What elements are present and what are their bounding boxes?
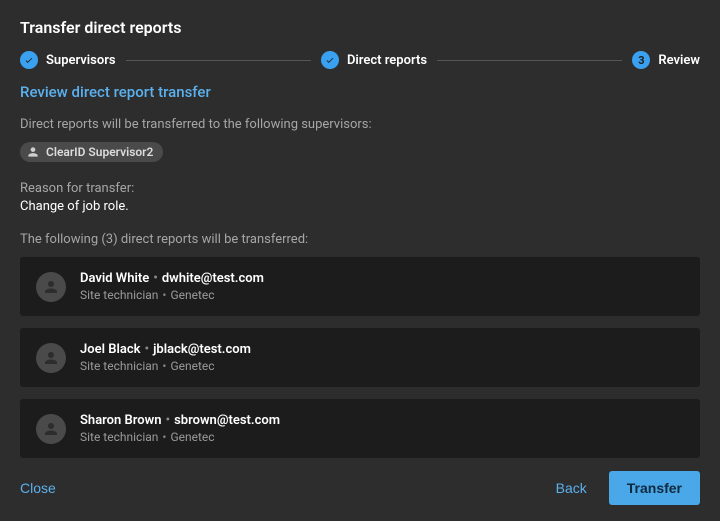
- person-line1: David White•dwhite@test.com: [80, 271, 264, 286]
- person-email: jblack@test.com: [153, 342, 251, 357]
- dialog-footer: Close Back Transfer: [0, 459, 720, 521]
- person-line1: Sharon Brown•sbrown@test.com: [80, 413, 280, 428]
- transfer-button[interactable]: Transfer: [609, 471, 700, 505]
- separator-dot: •: [162, 413, 175, 428]
- person-name: Joel Black: [80, 342, 140, 357]
- person-info: Joel Black•jblack@test.comSite technicia…: [80, 342, 251, 373]
- close-button[interactable]: Close: [20, 472, 70, 504]
- stepper: Supervisors Direct reports 3 Review: [0, 51, 720, 83]
- person-name: David White: [80, 271, 149, 286]
- person-org: Genetec: [170, 430, 214, 444]
- step-review[interactable]: 3 Review: [632, 51, 700, 69]
- dialog-body: Review direct report transfer Direct rep…: [0, 83, 720, 459]
- separator-dot: •: [140, 342, 153, 357]
- person-card: David White•dwhite@test.comSite technici…: [20, 257, 700, 316]
- person-email: sbrown@test.com: [174, 413, 280, 428]
- person-org: Genetec: [170, 288, 214, 302]
- separator-dot: •: [158, 359, 170, 373]
- separator-dot: •: [158, 430, 170, 444]
- step-connector: [437, 60, 622, 61]
- separator-dot: •: [158, 288, 170, 302]
- person-card: Joel Black•jblack@test.comSite technicia…: [20, 328, 700, 387]
- avatar: [36, 343, 66, 373]
- person-email: dwhite@test.com: [162, 271, 264, 286]
- supervisor-chip: ClearID Supervisor2: [20, 142, 163, 162]
- person-line1: Joel Black•jblack@test.com: [80, 342, 251, 357]
- person-line2: Site technician•Genetec: [80, 359, 251, 373]
- person-card: Sharon Brown•sbrown@test.comSite technic…: [20, 399, 700, 458]
- person-info: Sharon Brown•sbrown@test.comSite technic…: [80, 413, 280, 444]
- step-supervisors[interactable]: Supervisors: [20, 51, 116, 69]
- person-icon: [26, 145, 40, 159]
- reason-label: Reason for transfer:: [20, 181, 700, 196]
- reason-block: Reason for transfer: Change of job role.: [20, 181, 700, 214]
- transfer-dialog: Transfer direct reports Supervisors Dire…: [0, 0, 720, 521]
- step-label: Supervisors: [46, 53, 116, 68]
- person-line2: Site technician•Genetec: [80, 430, 280, 444]
- step-connector: [126, 60, 311, 61]
- check-icon: [321, 51, 339, 69]
- person-org: Genetec: [170, 359, 214, 373]
- step-label: Review: [658, 53, 700, 68]
- avatar: [36, 272, 66, 302]
- avatar: [36, 414, 66, 444]
- review-heading: Review direct report transfer: [20, 83, 700, 101]
- separator-dot: •: [149, 271, 162, 286]
- person-role: Site technician: [80, 288, 158, 302]
- step-direct-reports[interactable]: Direct reports: [321, 51, 427, 69]
- check-icon: [20, 51, 38, 69]
- person-name: Sharon Brown: [80, 413, 162, 428]
- reason-value: Change of job role.: [20, 199, 700, 214]
- person-role: Site technician: [80, 430, 158, 444]
- dialog-title: Transfer direct reports: [0, 0, 720, 51]
- back-button[interactable]: Back: [542, 472, 601, 504]
- list-intro: The following (3) direct reports will be…: [20, 232, 700, 247]
- person-line2: Site technician•Genetec: [80, 288, 264, 302]
- supervisor-chip-label: ClearID Supervisor2: [46, 145, 153, 159]
- people-list: David White•dwhite@test.comSite technici…: [20, 257, 700, 458]
- step-number-icon: 3: [632, 51, 650, 69]
- step-label: Direct reports: [347, 53, 427, 68]
- supervisors-intro: Direct reports will be transferred to th…: [20, 117, 700, 132]
- person-role: Site technician: [80, 359, 158, 373]
- person-info: David White•dwhite@test.comSite technici…: [80, 271, 264, 302]
